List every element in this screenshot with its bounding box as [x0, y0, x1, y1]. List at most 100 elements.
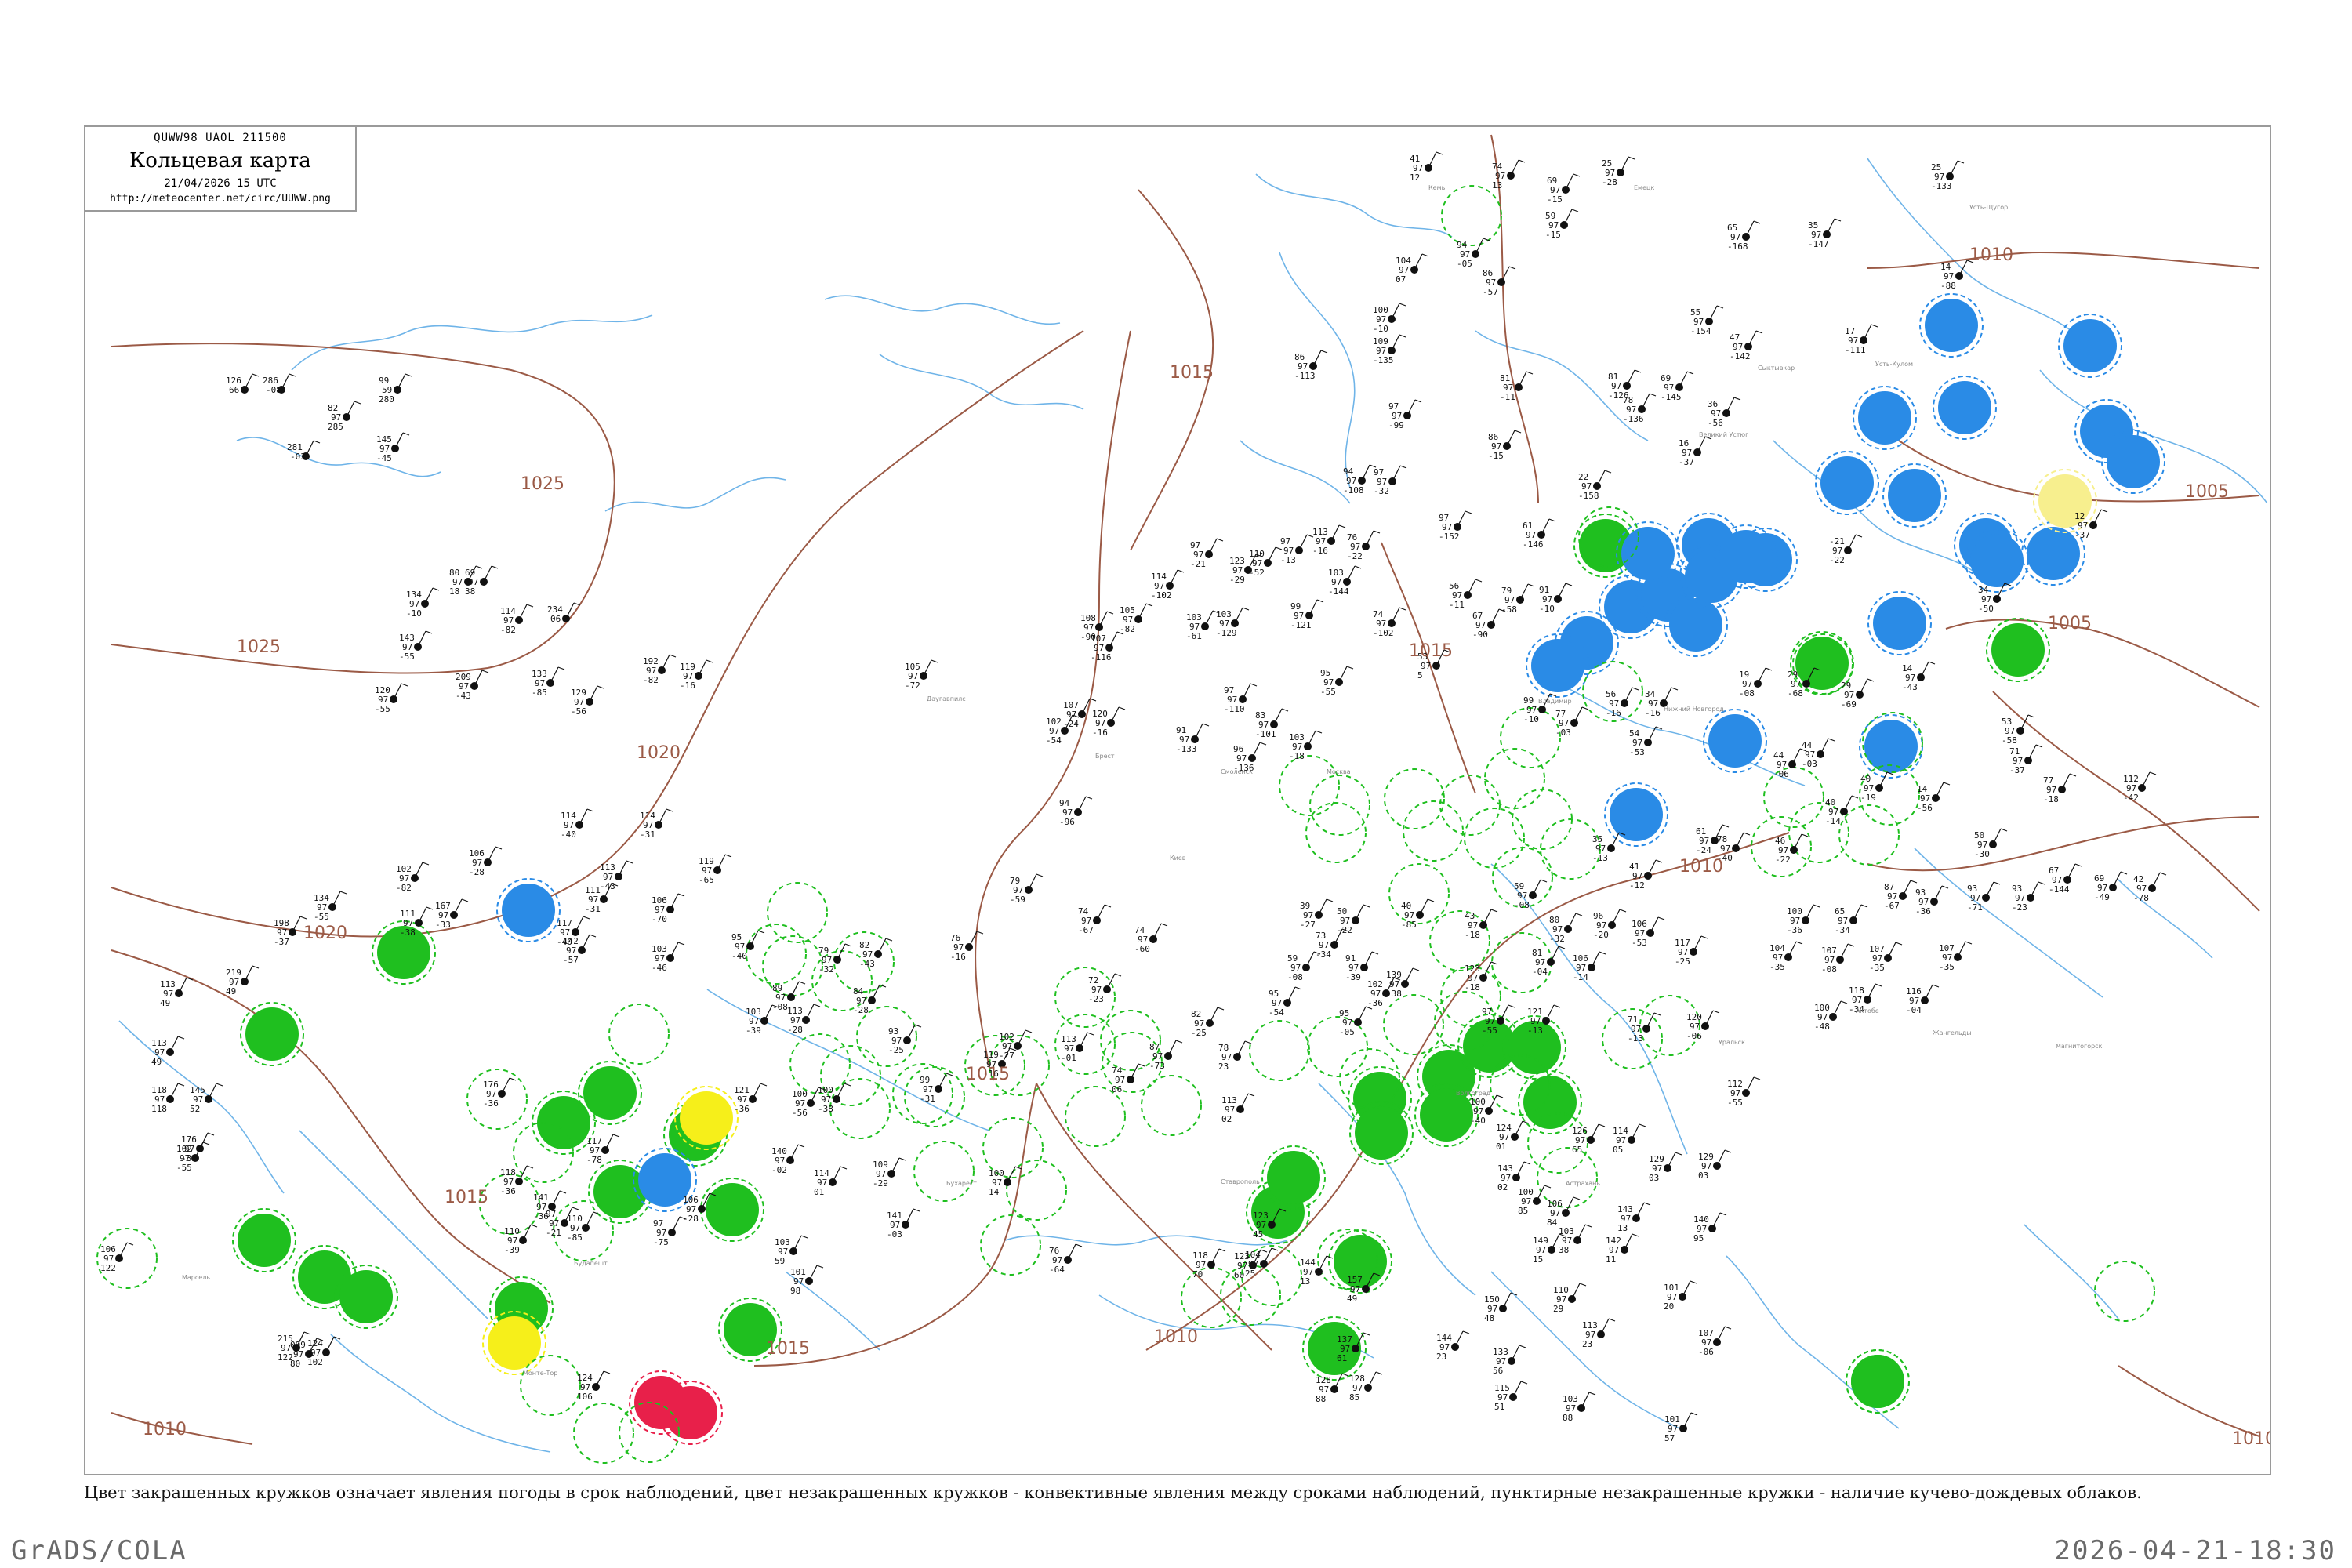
station-plot: 11797-25	[1675, 935, 1708, 967]
station-dewpoint: 49	[1347, 1294, 1357, 1304]
station-dewpoint: -27	[1300, 920, 1316, 930]
wind-barb-icon	[332, 891, 341, 908]
station-plot: 10697122	[100, 1242, 134, 1273]
map-url[interactable]: http://meteocenter.net/circ/UUWW.png	[85, 193, 355, 205]
station-dewpoint: 15	[1533, 1254, 1543, 1265]
wind-barb-icon	[1518, 371, 1527, 388]
wind-barb-icon	[1502, 1292, 1512, 1309]
wind-feather-icon	[757, 930, 765, 934]
station-dewpoint: -78	[586, 1155, 602, 1165]
wind-barb-icon	[424, 587, 434, 604]
wind-barb-icon	[585, 1211, 594, 1229]
snow-circle	[1669, 598, 1722, 652]
station-plot: 11397-43	[600, 860, 633, 891]
station-plot: 1297-37	[2074, 509, 2108, 540]
station-dewpoint: -111	[1845, 345, 1866, 355]
station-dewpoint: -28	[787, 1025, 803, 1035]
station-plot: 9959280	[379, 373, 412, 405]
station-dewpoint: -88	[1940, 281, 1956, 291]
station-plot: 10997-29	[873, 1157, 906, 1189]
station-dewpoint: 5	[1417, 670, 1423, 681]
wind-barb-icon	[832, 1166, 841, 1183]
station-plot: 1299703	[1649, 1152, 1682, 1183]
station-dewpoint: -59	[1010, 895, 1025, 905]
fog-circle	[680, 1091, 733, 1145]
station-dewpoint: 45	[1253, 1229, 1263, 1240]
isobar-label: 1010	[1969, 245, 2013, 265]
wind-feather-icon	[1722, 824, 1730, 828]
wind-barb-icon	[1624, 687, 1633, 704]
station-dewpoint: -55	[176, 1163, 192, 1173]
place-name: Бухарест	[946, 1180, 977, 1187]
station-dewpoint: -24	[1063, 719, 1079, 729]
station-dewpoint: 122	[100, 1263, 116, 1273]
station-plot: 10797-24	[1063, 698, 1097, 729]
station-dewpoint: -82	[1120, 624, 1135, 634]
station-dewpoint: -72	[905, 681, 920, 691]
wind-feather-icon	[1653, 1012, 1661, 1016]
wind-feather-icon	[2100, 509, 2108, 513]
place-name: Актобе	[1856, 1007, 1879, 1014]
wind-feather-icon	[1993, 881, 2001, 885]
wind-barb-icon	[1788, 941, 1797, 958]
snow-circle	[502, 884, 555, 937]
station-dewpoint: -147	[1808, 239, 1829, 249]
wind-feather-icon	[1753, 1076, 1761, 1080]
station-dewpoint: -144	[1328, 586, 1349, 597]
station-plot: 7497-60	[1134, 923, 1168, 954]
wind-barb-icon	[1650, 916, 1659, 934]
station-dewpoint: 23	[1582, 1339, 1592, 1349]
wind-barb-icon	[1355, 904, 1364, 921]
station-plot: 1049725	[1245, 1247, 1279, 1279]
wind-feather-icon	[844, 1083, 851, 1087]
wind-feather-icon	[1508, 266, 1516, 270]
wind-barb-icon	[1506, 430, 1515, 447]
station-dewpoint: -25	[888, 1045, 904, 1055]
wind-barb-icon	[789, 1144, 799, 1161]
wind-barb-icon	[1307, 730, 1316, 747]
station-plot: 1159751	[1494, 1381, 1528, 1412]
station-plot: 11897-36	[500, 1165, 534, 1196]
rain-circle	[238, 1214, 291, 1267]
wind-feather-icon	[1755, 330, 1763, 334]
wind-feather-icon	[1271, 1247, 1279, 1251]
rain-circle	[706, 1183, 759, 1236]
station-dewpoint: -03	[887, 1229, 902, 1240]
station-plot: 1109729	[1553, 1283, 1587, 1314]
wind-barb-icon	[764, 1004, 773, 1022]
cumulonimbus-circle	[1279, 755, 1340, 816]
station-plot: 1019798	[790, 1265, 824, 1296]
wind-feather-icon	[1160, 923, 1168, 927]
place-name: Усть-Щугор	[1969, 204, 2008, 211]
place-name: Уральск	[1719, 1039, 1745, 1046]
wind-barb-icon	[244, 373, 253, 390]
wind-feather-icon	[1527, 583, 1535, 587]
wind-barb-icon	[1704, 1010, 1714, 1027]
station-plot: 8297-25	[1191, 1007, 1225, 1038]
wind-feather-icon	[1675, 1152, 1682, 1156]
wind-barb-icon	[1242, 683, 1251, 700]
station-dewpoint: 18	[449, 586, 459, 597]
station-dewpoint: 51	[1494, 1402, 1504, 1412]
station-dewpoint: -54	[1046, 735, 1062, 746]
station-plot: 1149705	[1613, 1123, 1646, 1155]
place-name: Великий Устюг	[1699, 431, 1748, 438]
station-dewpoint: -32	[818, 964, 834, 975]
station-dewpoint: -02	[771, 1165, 787, 1175]
wind-barb-icon	[1624, 1233, 1633, 1250]
station-dewpoint: -113	[1294, 371, 1316, 381]
station-dewpoint: -18	[2043, 794, 2059, 804]
snow-circles	[496, 293, 2165, 1212]
station-plot: 5697-11	[1449, 579, 1483, 610]
place-name: Марсель	[182, 1274, 210, 1281]
station-plot: 14397-55	[399, 630, 433, 662]
wind-barb-icon	[618, 860, 627, 877]
station-plot: 4497-03	[1802, 738, 1835, 769]
wind-barb-icon	[305, 440, 314, 457]
wind-feather-icon	[1690, 1412, 1698, 1416]
station-plot: 4797-142	[1730, 330, 1763, 361]
wind-feather-icon	[1490, 909, 1498, 913]
station-dewpoint: 95	[1693, 1233, 1704, 1243]
wind-barb-icon	[2027, 744, 2037, 761]
wind-feather-icon	[1508, 1004, 1515, 1008]
